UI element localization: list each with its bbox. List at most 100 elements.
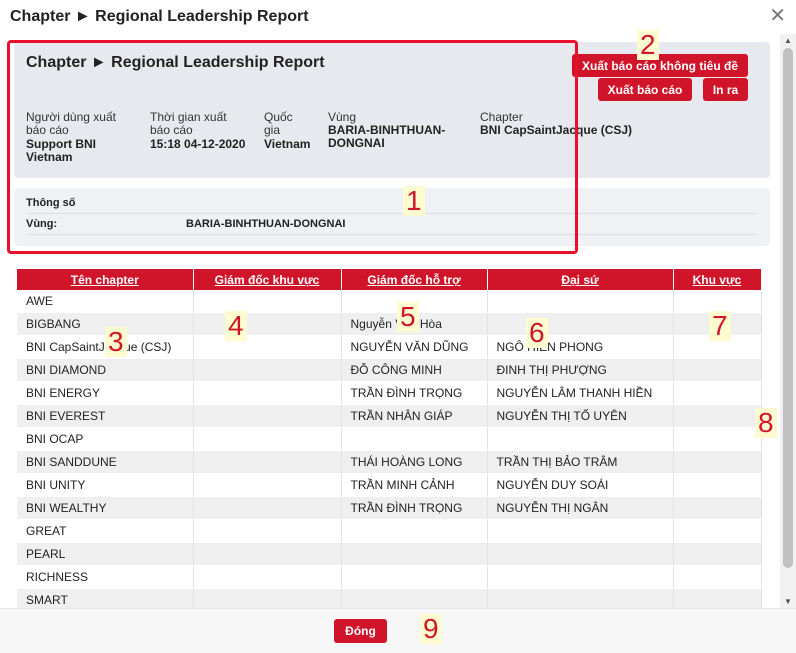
cell-ambassador xyxy=(487,312,674,336)
table-row: BIGBANGNguyễn Văn Hòa xyxy=(17,312,762,336)
export-no-title-button[interactable]: Xuất báo cáo không tiêu đề xyxy=(572,54,748,77)
cell-area xyxy=(673,404,762,428)
table-header-row: Tên chapter Giám đốc khu vực Giám đốc hỗ… xyxy=(17,269,762,290)
cell-chapter-name: BNI UNITY xyxy=(17,473,194,497)
cell-chapter-name: BNI OCAP xyxy=(17,427,194,451)
scroll-down-arrow-icon[interactable]: ▼ xyxy=(784,597,792,606)
cell-support-director: TRẦN ĐÌNH TRỌNG xyxy=(341,496,488,520)
table-row: SMART xyxy=(17,588,762,608)
cell-ambassador xyxy=(487,519,674,543)
cell-regional-director xyxy=(193,312,342,336)
cell-chapter-name: RICHNESS xyxy=(17,565,194,589)
col-header-chapter-name[interactable]: Tên chapter xyxy=(17,269,194,290)
cell-area xyxy=(673,496,762,520)
cell-area xyxy=(673,542,762,566)
cell-support-director: ĐỖ CÔNG MINH xyxy=(341,358,488,382)
dialog-footer: Đóng xyxy=(0,608,796,653)
cell-regional-director xyxy=(193,588,342,608)
table-row: BNI OCAP xyxy=(17,427,762,451)
cell-ambassador: NGUYỄN THỊ NGÂN xyxy=(487,496,674,520)
cell-ambassador: NGUYỄN DUY SOÁI xyxy=(487,473,674,497)
export-button[interactable]: Xuất báo cáo xyxy=(598,78,692,101)
cell-regional-director xyxy=(193,542,342,566)
cell-regional-director xyxy=(193,427,342,451)
table-row: BNI UNITY TRẦN MINH CẢNH NGUYỄN DUY SOÁI xyxy=(17,473,762,497)
close-button[interactable]: Đóng xyxy=(334,619,387,643)
table-row: BNI CapSaintJacque (CSJ) NGUYỄN VĂN DŨNG N… xyxy=(17,335,762,359)
cell-support-director: THÁI HOÀNG LONG xyxy=(341,450,488,474)
table-row: BNI WEALTHY TRẦN ĐÌNH TRỌNG NGUYỄN THỊ NGÂ… xyxy=(17,496,762,520)
callout-1: 1 xyxy=(403,186,425,216)
callout-4: 4 xyxy=(225,311,247,341)
cell-ambassador: TRẦN THỊ BẢO TRÂM xyxy=(487,450,674,474)
cell-area xyxy=(673,450,762,474)
cell-regional-director xyxy=(193,404,342,428)
table-row: RICHNESS xyxy=(17,565,762,589)
dialog-titlebar: Chapter ► Regional Leadership Report ✕ xyxy=(0,0,796,34)
cell-area xyxy=(673,519,762,543)
close-icon[interactable]: ✕ xyxy=(769,6,786,26)
cell-chapter-name: PEARL xyxy=(17,542,194,566)
callout-5: 5 xyxy=(397,302,419,332)
cell-chapter-name: BNI SANDDUNE xyxy=(17,450,194,474)
cell-ambassador: ĐINH THỊ PHƯỢNG xyxy=(487,358,674,382)
cell-support-director: TRẦN NHÂN GIÁP xyxy=(341,404,488,428)
table-row: BNI ENERGY TRẦN ĐÌNH TRỌNG NGUYỄN LÂM THAN… xyxy=(17,381,762,405)
cell-support-director: TRẦN ĐÌNH TRỌNG xyxy=(341,381,488,405)
scrollbar-thumb[interactable] xyxy=(783,48,793,568)
print-button[interactable]: In ra xyxy=(703,78,748,101)
col-header-support-director[interactable]: Giám đốc hỗ trợ xyxy=(341,269,488,290)
cell-ambassador xyxy=(487,542,674,566)
cell-chapter-name: BNI WEALTHY xyxy=(17,496,194,520)
cell-chapter-name: AWE xyxy=(17,290,194,313)
cell-support-director xyxy=(341,427,488,451)
callout-8: 8 xyxy=(755,408,777,438)
cell-regional-director xyxy=(193,290,342,313)
cell-ambassador: NGÔ HIỀN PHONG xyxy=(487,335,674,359)
cell-area xyxy=(673,565,762,589)
cell-chapter-name: BNI ENERGY xyxy=(17,381,194,405)
cell-regional-director xyxy=(193,450,342,474)
col-header-area[interactable]: Khu vực xyxy=(673,269,762,290)
cell-area xyxy=(673,427,762,451)
cell-support-director xyxy=(341,542,488,566)
cell-regional-director xyxy=(193,473,342,497)
cell-support-director xyxy=(341,565,488,589)
cell-regional-director xyxy=(193,519,342,543)
dialog-title: Chapter ► Regional Leadership Report xyxy=(10,8,309,25)
callout-9: 9 xyxy=(420,614,442,644)
cell-ambassador xyxy=(487,290,674,313)
col-header-ambassador[interactable]: Đại sứ xyxy=(487,269,674,290)
cell-chapter-name: SMART xyxy=(17,588,194,608)
cell-area xyxy=(673,588,762,608)
table-row: BNI DIAMOND ĐỖ CÔNG MINH ĐINH THỊ PHƯỢNG xyxy=(17,358,762,382)
cell-ambassador: NGUYỄN LÂM THANH HIỀN xyxy=(487,381,674,405)
callout-3: 3 xyxy=(105,327,127,357)
table-row: PEARL xyxy=(17,542,762,566)
cell-area xyxy=(673,358,762,382)
highlight-frame xyxy=(7,40,578,254)
cell-area xyxy=(673,473,762,497)
cell-regional-director xyxy=(193,496,342,520)
callout-2: 2 xyxy=(637,30,659,60)
cell-ambassador xyxy=(487,588,674,608)
cell-chapter-name: BNI EVEREST xyxy=(17,404,194,428)
cell-regional-director xyxy=(193,381,342,405)
col-header-regional-director[interactable]: Giám đốc khu vực xyxy=(193,269,342,290)
cell-regional-director xyxy=(193,335,342,359)
cell-area xyxy=(673,381,762,405)
scroll-up-arrow-icon[interactable]: ▲ xyxy=(784,36,792,45)
cell-chapter-name: GREAT xyxy=(17,519,194,543)
table-row: BNI SANDDUNE THÁI HOÀNG LONG TRẦN THỊ BẢO … xyxy=(17,450,762,474)
leadership-table: Tên chapter Giám đốc khu vực Giám đốc hỗ… xyxy=(17,269,762,608)
cell-ambassador xyxy=(487,565,674,589)
cell-support-director: TRẦN MINH CẢNH xyxy=(341,473,488,497)
table-row: BNI EVEREST TRẦN NHÂN GIÁP NGUYỄN THỊ TỐ U… xyxy=(17,404,762,428)
vertical-scrollbar[interactable]: ▲ ▼ xyxy=(780,34,796,608)
callout-6: 6 xyxy=(526,318,548,348)
cell-chapter-name: BNI DIAMOND xyxy=(17,358,194,382)
cell-support-director: NGUYỄN VĂN DŨNG xyxy=(341,335,488,359)
cell-regional-director xyxy=(193,358,342,382)
cell-regional-director xyxy=(193,565,342,589)
cell-support-director xyxy=(341,519,488,543)
